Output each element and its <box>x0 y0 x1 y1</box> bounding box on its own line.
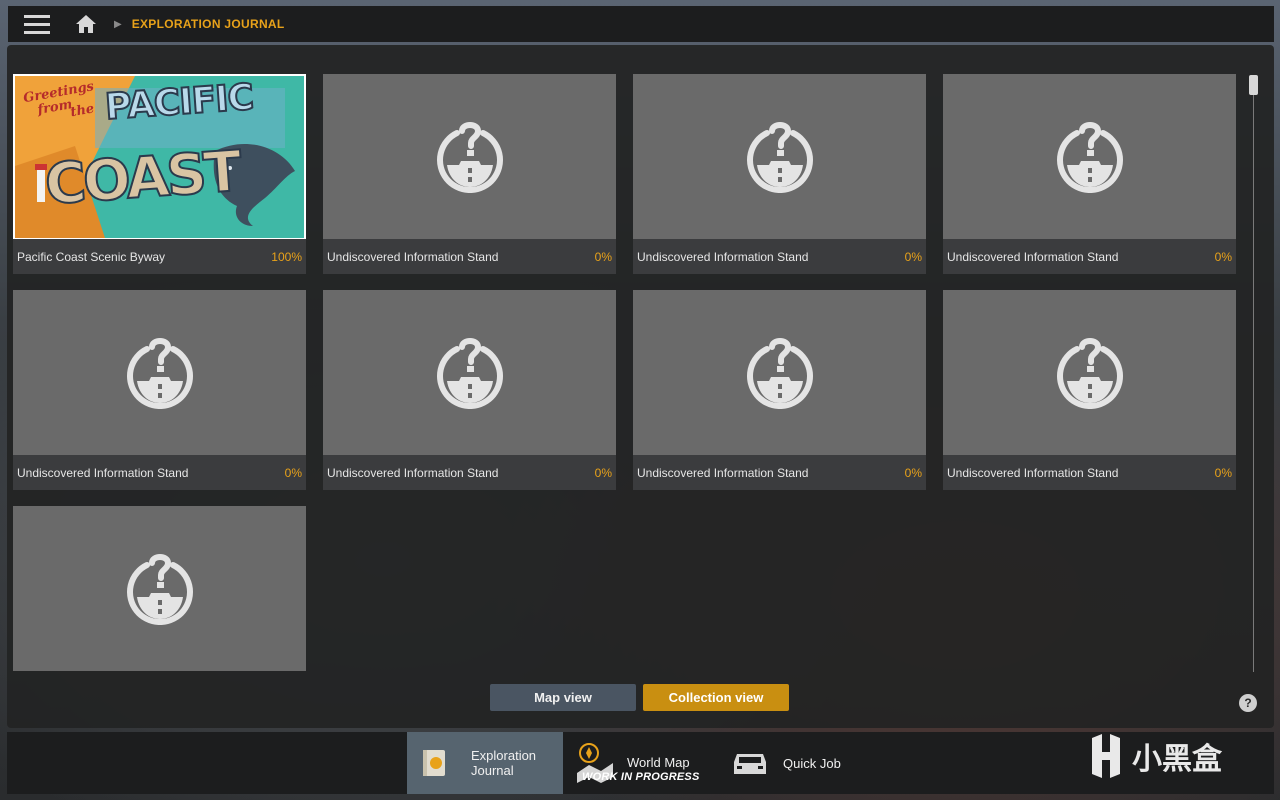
undiscovered-stand-icon <box>1056 337 1123 409</box>
scrollbar[interactable] <box>1248 75 1258 672</box>
truck-cab-icon <box>734 754 766 774</box>
exploration-journal-label-1: Exploration <box>471 748 537 763</box>
card-title: Undiscovered Information Stand <box>327 465 499 480</box>
hamburger-menu-button[interactable] <box>8 6 66 42</box>
card-image <box>943 74 1236 239</box>
card-image <box>13 506 306 671</box>
undiscovered-stand-icon <box>1056 121 1123 193</box>
card-title: Undiscovered Information Stand <box>17 465 189 480</box>
card-title: Undiscovered Information Stand <box>947 465 1119 480</box>
card-percent: 0% <box>1214 249 1232 264</box>
bottom-nav-bar: Exploration Journal World Map Quick Job <box>7 732 1274 794</box>
card-image: Greetings from the PACIFIC COAST <box>13 74 306 240</box>
journal-card-undiscovered[interactable]: Undiscovered Information Stand 0% <box>323 74 616 274</box>
card-percent: 0% <box>904 465 922 480</box>
card-percent: 0% <box>284 465 302 480</box>
card-footer: Undiscovered Information Stand 0% <box>633 455 926 490</box>
heybox-watermark: 小黑盒 <box>1086 734 1222 778</box>
card-image <box>633 290 926 455</box>
pacific-coast-postcard: Greetings from the PACIFIC COAST <box>15 76 304 238</box>
postcard-word-coast: COAST <box>42 138 242 218</box>
card-percent: 0% <box>594 465 612 480</box>
journal-card-undiscovered[interactable]: Undiscovered Information Stand 0% <box>943 74 1236 274</box>
card-percent: 100% <box>271 249 302 264</box>
card-footer: Undiscovered Information Stand 0% <box>943 239 1236 274</box>
card-percent: 0% <box>904 249 922 264</box>
heybox-logo-icon <box>1092 734 1120 778</box>
card-title: Undiscovered Information Stand <box>637 249 809 264</box>
card-footer: Undiscovered Information Stand 0% <box>943 455 1236 490</box>
card-image <box>13 290 306 455</box>
chevron-right-icon: ▶ <box>114 18 122 30</box>
world-map-label: World Map <box>627 754 690 770</box>
work-in-progress-label: WORK IN PROGRESS <box>582 771 700 783</box>
undiscovered-stand-icon <box>746 337 813 409</box>
help-icon[interactable]: ? <box>1239 694 1257 712</box>
map-view-button[interactable]: Map view <box>490 684 636 711</box>
card-image <box>633 74 926 239</box>
undiscovered-stand-icon <box>436 337 503 409</box>
undiscovered-stand-icon <box>436 121 503 193</box>
journal-card-undiscovered[interactable]: Undiscovered Information Stand 0% <box>633 290 926 490</box>
card-title: Undiscovered Information Stand <box>637 465 809 480</box>
card-footer: Undiscovered Information Stand 0% <box>323 455 616 490</box>
undiscovered-stand-icon <box>126 553 193 625</box>
journal-book-icon <box>423 750 445 776</box>
home-button[interactable] <box>66 6 106 42</box>
journal-card-pacific-coast[interactable]: Greetings from the PACIFIC COAST Pacific… <box>13 74 306 274</box>
collection-view-button[interactable]: Collection view <box>643 684 789 711</box>
card-title: Pacific Coast Scenic Byway <box>17 249 166 264</box>
card-image <box>323 74 616 239</box>
card-percent: 0% <box>594 249 612 264</box>
exploration-journal-label-2: Journal <box>471 763 514 778</box>
card-image <box>323 290 616 455</box>
scrollbar-track <box>1253 75 1254 672</box>
quick-job-label: Quick Job <box>783 755 841 771</box>
scrollbar-thumb[interactable] <box>1249 75 1258 95</box>
top-bar: ▶ EXPLORATION JOURNAL <box>8 6 1274 42</box>
card-title: Undiscovered Information Stand <box>327 249 499 264</box>
journal-card-undiscovered[interactable]: Undiscovered Information Stand 0% <box>323 290 616 490</box>
journal-card-undiscovered[interactable] <box>13 506 306 671</box>
journal-card-undiscovered[interactable]: Undiscovered Information Stand 0% <box>633 74 926 274</box>
undiscovered-stand-icon <box>746 121 813 193</box>
card-footer: Undiscovered Information Stand 0% <box>633 239 926 274</box>
watermark-text: 小黑盒 <box>1132 743 1222 776</box>
card-image <box>943 290 1236 455</box>
journal-card-undiscovered[interactable]: Undiscovered Information Stand 0% <box>13 290 306 490</box>
card-footer: Undiscovered Information Stand 0% <box>13 455 306 490</box>
hamburger-icon <box>24 15 50 34</box>
journal-card-undiscovered[interactable]: Undiscovered Information Stand 0% <box>943 290 1236 490</box>
world-map-tab[interactable]: World Map <box>573 732 723 794</box>
card-footer: Undiscovered Information Stand 0% <box>323 239 616 274</box>
home-icon <box>76 15 96 33</box>
card-percent: 0% <box>1214 465 1232 480</box>
card-footer: Pacific Coast Scenic Byway 100% <box>13 239 306 274</box>
breadcrumb-title: EXPLORATION JOURNAL <box>131 17 285 31</box>
undiscovered-stand-icon <box>126 337 193 409</box>
card-title: Undiscovered Information Stand <box>947 249 1119 264</box>
exploration-journal-tab[interactable]: Exploration Journal <box>407 732 563 794</box>
quick-job-tab[interactable]: Quick Job <box>733 732 863 794</box>
